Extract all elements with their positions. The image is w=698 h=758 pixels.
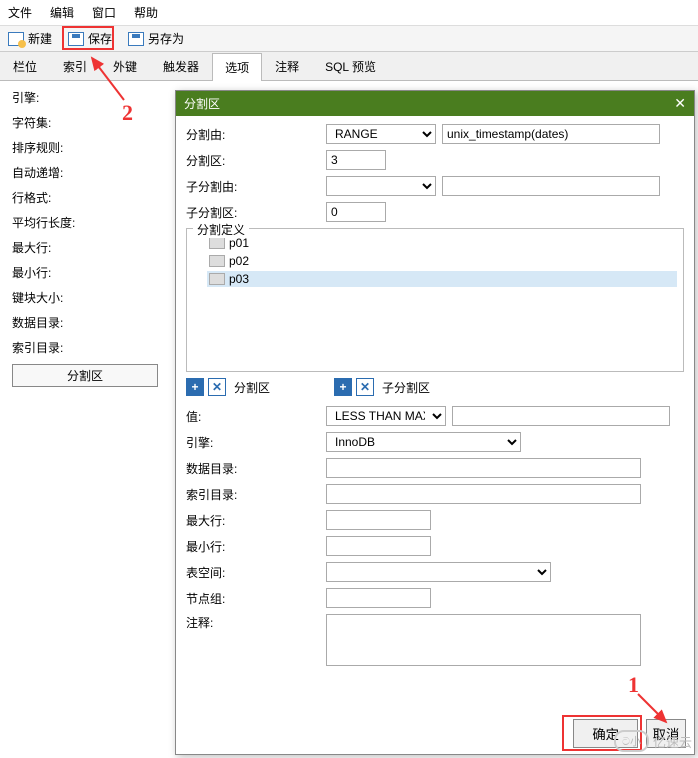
partition-heading[interactable]: 分割区 (12, 364, 158, 387)
watermark: ට小 亿速云 (614, 730, 692, 752)
partition-tree[interactable]: p01 p02 p03 (193, 235, 677, 287)
select-value[interactable]: LESS THAN MAX (326, 406, 446, 426)
menu-help[interactable]: 帮助 (134, 4, 158, 21)
partition-dialog: 分割区 ✕ 分割由: RANGE 分割区: 子分割由: 子分割区: 分割定义 (175, 90, 695, 755)
label-collation: 排序规则: (12, 139, 158, 156)
label-parts: 分割区: (186, 152, 326, 169)
label-value: 值: (186, 408, 326, 425)
watermark-icon: ට小 (614, 730, 649, 752)
input-minrow[interactable] (326, 536, 431, 556)
options-panel: 引擎: 字符集: 排序规则: 自动递增: 行格式: 平均行长度: 最大行: 最小… (0, 81, 170, 395)
dialog-title: 分割区 (184, 95, 220, 112)
label-det-nodegrp: 节点组: (186, 590, 326, 607)
partition-buttons: + ✕ 分割区 + ✕ 子分割区 (186, 378, 684, 396)
label-partby: 分割由: (186, 126, 326, 143)
label-keyblk: 键块大小: (12, 289, 158, 306)
label-avglen: 平均行长度: (12, 214, 158, 231)
tab-comment[interactable]: 注释 (262, 52, 312, 80)
add-partition-button[interactable]: + (186, 378, 204, 396)
partition-icon (209, 255, 225, 267)
select-subby[interactable] (326, 176, 436, 196)
label-subby: 子分割由: (186, 178, 326, 195)
tab-triggers[interactable]: 触发器 (150, 52, 212, 80)
save-icon (68, 32, 84, 46)
input-maxrow[interactable] (326, 510, 431, 530)
label-minrow: 最小行: (12, 264, 158, 281)
select-partby[interactable]: RANGE (326, 124, 436, 144)
input-value-expr[interactable] (452, 406, 670, 426)
tab-bar: 栏位 索引 外键 触发器 选项 注释 SQL 预览 (0, 52, 698, 81)
input-partexpr[interactable] (442, 124, 660, 144)
input-subparts[interactable] (326, 202, 386, 222)
menu-window[interactable]: 窗口 (92, 4, 116, 21)
save-button[interactable]: 保存 (68, 30, 112, 47)
label-engine: 引擎: (12, 89, 158, 106)
input-nodegrp[interactable] (326, 588, 431, 608)
label-subparts: 子分割区: (186, 204, 326, 221)
tab-sql[interactable]: SQL 预览 (312, 52, 389, 80)
remove-subpartition-button[interactable]: ✕ (356, 378, 374, 396)
label-subsec: 子分割区 (382, 379, 430, 396)
tab-indexes[interactable]: 索引 (50, 52, 100, 80)
dialog-titlebar: 分割区 ✕ (176, 91, 694, 116)
partition-icon (209, 273, 225, 285)
tree-item[interactable]: p01 (207, 235, 677, 251)
textarea-comment[interactable] (326, 614, 641, 666)
input-parts[interactable] (326, 150, 386, 170)
input-datadir[interactable] (326, 458, 641, 478)
tree-item-selected[interactable]: p03 (207, 271, 677, 287)
label-det-datadir: 数据目录: (186, 460, 326, 477)
input-subexpr[interactable] (442, 176, 660, 196)
save-label: 保存 (88, 30, 112, 47)
input-idxdir[interactable] (326, 484, 641, 504)
tab-fk[interactable]: 外键 (100, 52, 150, 80)
add-subpartition-button[interactable]: + (334, 378, 352, 396)
close-button[interactable]: ✕ (674, 95, 686, 112)
label-partsec: 分割区 (234, 379, 270, 396)
menu-file[interactable]: 文件 (8, 4, 32, 21)
tree-item[interactable]: p02 (207, 253, 677, 269)
legend-defs: 分割定义 (193, 221, 249, 238)
label-idxdir: 索引目录: (12, 339, 158, 356)
select-engine[interactable]: InnoDB (326, 432, 521, 452)
saveas-label: 另存为 (148, 30, 184, 47)
saveas-icon (128, 32, 144, 46)
saveas-button[interactable]: 另存为 (128, 30, 184, 47)
label-maxrow: 最大行: (12, 239, 158, 256)
label-det-idxdir: 索引目录: (186, 486, 326, 503)
label-rowfmt: 行格式: (12, 189, 158, 206)
toolbar: 新建 保存 另存为 (0, 26, 698, 52)
remove-partition-button[interactable]: ✕ (208, 378, 226, 396)
partition-defs: 分割定义 p01 p02 p03 (186, 228, 684, 372)
menu-edit[interactable]: 编辑 (50, 4, 74, 21)
new-button[interactable]: 新建 (8, 30, 52, 47)
label-det-engine: 引擎: (186, 434, 326, 451)
select-tbs[interactable] (326, 562, 551, 582)
tab-options[interactable]: 选项 (212, 53, 262, 81)
label-det-comment: 注释: (186, 614, 326, 631)
label-det-maxrow: 最大行: (186, 512, 326, 529)
tab-columns[interactable]: 栏位 (0, 52, 50, 80)
partition-icon (209, 237, 225, 249)
menubar: 文件 编辑 窗口 帮助 (0, 0, 698, 26)
new-icon (8, 32, 24, 46)
label-det-minrow: 最小行: (186, 538, 326, 555)
label-det-tbs: 表空间: (186, 564, 326, 581)
label-autoinc: 自动递增: (12, 164, 158, 181)
new-label: 新建 (28, 30, 52, 47)
label-charset: 字符集: (12, 114, 158, 131)
watermark-text: 亿速云 (653, 732, 692, 751)
label-datadir: 数据目录: (12, 314, 158, 331)
